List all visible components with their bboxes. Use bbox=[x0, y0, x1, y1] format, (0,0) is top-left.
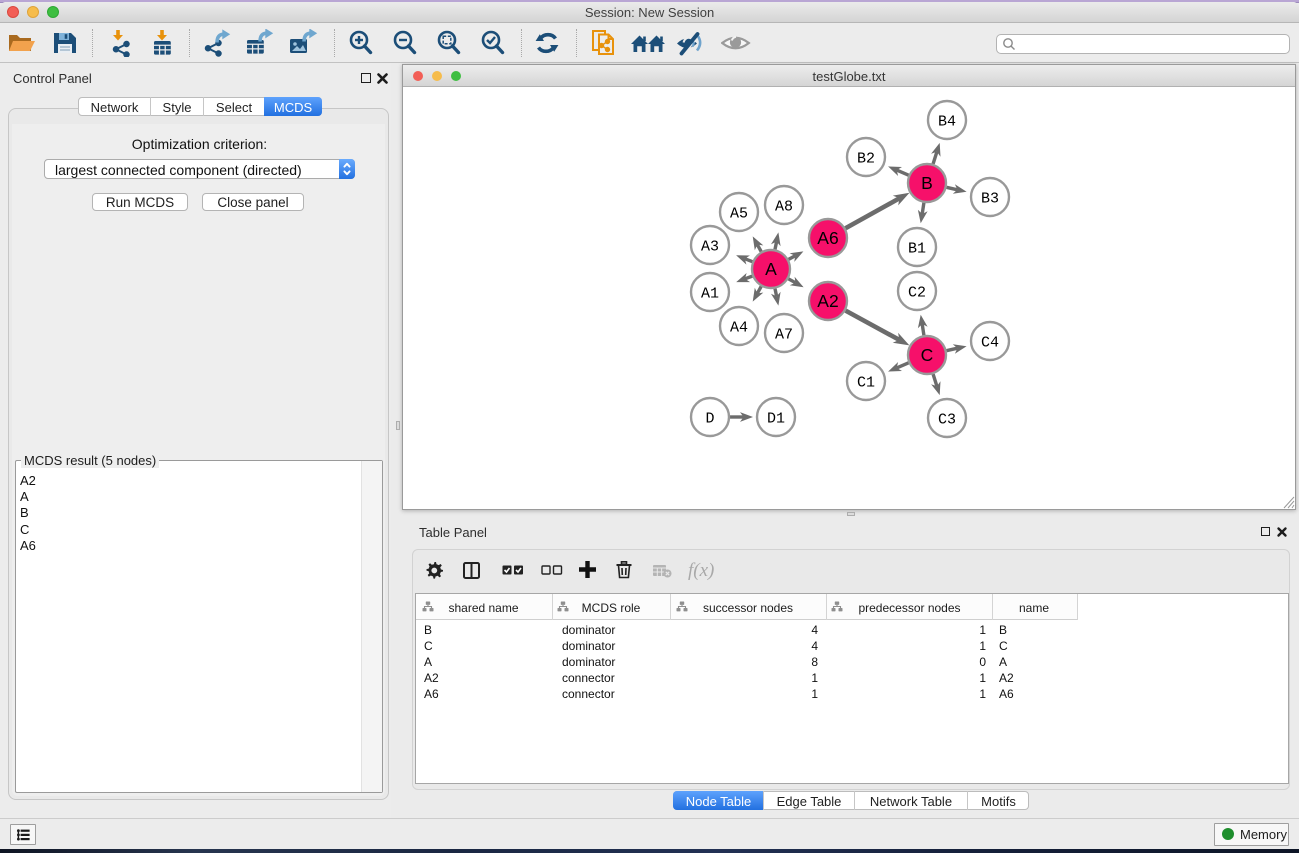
svg-text:A3: A3 bbox=[701, 239, 719, 256]
svg-text:C: C bbox=[921, 345, 934, 365]
svg-text:C1: C1 bbox=[857, 375, 875, 392]
svg-text:C2: C2 bbox=[908, 285, 926, 302]
svg-text:A8: A8 bbox=[775, 199, 793, 216]
svg-text:A5: A5 bbox=[730, 206, 748, 223]
svg-text:B4: B4 bbox=[938, 114, 956, 131]
svg-text:C3: C3 bbox=[938, 412, 956, 429]
svg-text:B3: B3 bbox=[981, 191, 999, 208]
svg-text:B: B bbox=[921, 173, 933, 193]
svg-text:A2: A2 bbox=[817, 291, 838, 311]
svg-text:B1: B1 bbox=[908, 241, 926, 258]
svg-text:A7: A7 bbox=[775, 327, 793, 344]
svg-text:A: A bbox=[765, 259, 777, 279]
svg-text:A4: A4 bbox=[730, 320, 748, 337]
svg-text:D: D bbox=[705, 411, 714, 428]
svg-text:C4: C4 bbox=[981, 335, 999, 352]
svg-text:D1: D1 bbox=[767, 411, 785, 428]
svg-text:A1: A1 bbox=[701, 286, 719, 303]
svg-text:B2: B2 bbox=[857, 151, 875, 168]
svg-text:A6: A6 bbox=[817, 228, 838, 248]
